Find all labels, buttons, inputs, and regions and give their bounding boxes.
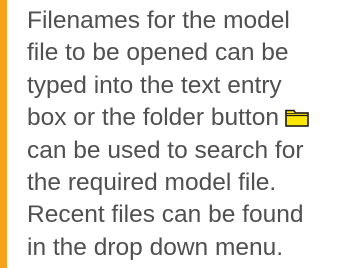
help-text-line: in the drop down menu.	[27, 233, 284, 261]
help-text-line-with-icon: box or the folder button	[27, 102, 353, 134]
help-text-line: can be used to search for	[27, 136, 304, 164]
help-text: Filenames for the model file to be opene…	[27, 5, 353, 264]
help-text-line: box or the folder button	[27, 104, 279, 132]
help-text-line: the required model file.	[27, 169, 277, 197]
help-text-line: file to be opened can be	[27, 39, 289, 67]
help-text-line: typed into the text entry	[27, 71, 282, 99]
folder-icon	[285, 109, 309, 128]
accent-bar	[0, 0, 7, 268]
help-text-line: Recent files can be found	[27, 201, 304, 229]
help-text-line: Filenames for the model	[27, 7, 290, 34]
